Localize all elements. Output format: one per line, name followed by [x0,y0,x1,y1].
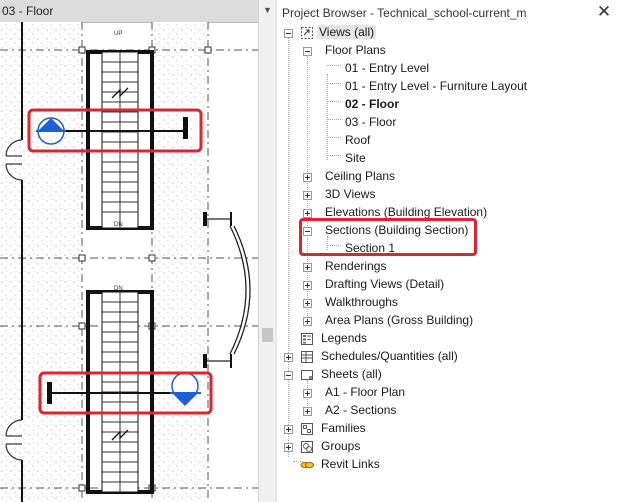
tree-item-label: Site [345,151,366,165]
tree-item-elevations[interactable]: Elevations (Building Elevation) [277,204,617,222]
tree-item-3d-views[interactable]: 3D Views [277,186,617,204]
collapse-toggle-icon[interactable] [284,371,293,380]
tree-item-label: Section 1 [345,241,396,255]
collapse-toggle-icon[interactable] [284,29,293,38]
tree-item-area-plans[interactable]: Area Plans (Gross Building) [277,312,617,330]
project-browser: Project Browser - Technical_school-curre… [277,0,617,502]
tree-item-label: Sections (Building Section) [325,223,469,237]
tree-item-label: Ceiling Plans [325,169,396,183]
expand-toggle-icon[interactable] [303,209,312,218]
expand-toggle-icon[interactable] [284,425,293,434]
tree-item-label: A1 - Floor Plan [325,385,406,399]
tree-item-01-entry-level-furniture[interactable]: 01 - Entry Level - Furniture Layout [277,78,617,96]
tree-item-label: Groups [321,439,361,453]
expand-toggle-icon[interactable] [303,263,312,272]
tree-item-ceiling-plans[interactable]: Ceiling Plans [277,168,617,186]
tree-item-label: Views (all) [317,25,377,39]
project-browser-title: Project Browser - Technical_school-curre… [282,6,527,20]
legend-icon [301,333,313,345]
tree-item-walkthroughs[interactable]: Walkthroughs [277,294,617,312]
tree-item-label: 01 - Entry Level - Furniture Layout [345,79,528,93]
tree-item-drafting-views[interactable]: Drafting Views (Detail) [277,276,617,294]
tree-item-label: Drafting Views (Detail) [325,277,445,291]
tree-item-label: Floor Plans [325,43,386,57]
expand-toggle-icon[interactable] [303,317,312,326]
collapse-toggle-icon[interactable] [303,47,312,56]
expand-toggle-icon[interactable] [303,281,312,290]
view-scrollbar[interactable]: ▼ [258,0,276,502]
tree-item-label: Elevations (Building Elevation) [325,205,488,219]
view-tab[interactable]: 03 - Floor [0,0,258,23]
stair-dn-label-lower: DN [114,286,123,292]
tree-item-label: Area Plans (Gross Building) [325,313,474,327]
tree-item-site[interactable]: Site [277,150,617,168]
floor-plan-view[interactable]: 03 - Floor UP DN DN [0,0,276,502]
tree-item-a1-floor-plan[interactable]: A1 - Floor Plan [277,384,617,402]
tree-item-label: Walkthroughs [325,295,398,309]
tree-item-sheets[interactable]: Sheets (all) [277,366,617,384]
project-browser-title-bar: Project Browser - Technical_school-curre… [277,0,617,26]
tree-item-views-all[interactable]: Views (all) [277,24,617,42]
link-icon [300,461,314,469]
tree-item-label: Revit Links [321,457,380,471]
sheet-icon [301,370,313,380]
expand-toggle-icon[interactable] [303,389,312,398]
family-icon [301,423,313,435]
tree-item-label: Renderings [325,259,387,273]
scroll-up-arrow-icon[interactable]: ▼ [259,0,276,20]
tree-item-schedules[interactable]: Schedules/Quantities (all) [277,348,617,366]
view-tab-label: 03 - Floor [2,4,54,18]
tree-item-01-entry-level[interactable]: 01 - Entry Level [277,60,617,78]
schedule-icon [301,351,313,363]
tree-item-label: Schedules/Quantities (all) [321,349,458,363]
tree-item-floor-plans[interactable]: Floor Plans [277,42,617,60]
tree-item-groups[interactable]: Groups [277,438,617,456]
tree-item-label: 02 - Floor [345,97,400,111]
floor-plan-drawing[interactable]: UP DN DN [0,22,258,502]
scrollbar-thumb[interactable] [262,328,273,342]
tree-item-label: A2 - Sections [325,403,397,417]
tree-item-roof[interactable]: Roof [277,132,617,150]
tree-item-label: 01 - Entry Level [345,61,430,75]
tree-item-legends[interactable]: Legends [277,330,617,348]
tree-item-sections[interactable]: Sections (Building Section) [277,222,617,240]
tree-item-a2-sections[interactable]: A2 - Sections [277,402,617,420]
floor-area-left [0,22,82,502]
close-icon[interactable]: ✕ [595,3,613,21]
expand-toggle-icon[interactable] [284,443,293,452]
expand-toggle-icon[interactable] [303,173,312,182]
stair-up-label: UP [114,31,122,37]
project-browser-tree: Views (all) Floor Plans 01 - Entry Level… [277,24,617,502]
tree-item-label: Sheets (all) [321,367,382,381]
curved-bay [207,218,251,362]
expand-toggle-icon[interactable] [303,407,312,416]
tree-item-label: Roof [345,133,371,147]
views-icon [301,27,313,39]
tree-item-renderings[interactable]: Renderings [277,258,617,276]
stair-dn-label: DN [114,222,123,228]
expand-toggle-icon[interactable] [303,299,312,308]
tree-item-families[interactable]: Families [277,420,617,438]
expand-toggle-icon[interactable] [303,191,312,200]
tree-item-label: Families [321,421,366,435]
tree-item-label: 03 - Floor [345,115,397,129]
tree-item-label: Legends [321,331,368,345]
stair-upper [86,50,154,230]
tree-item-02-floor[interactable]: 02 - Floor [277,96,617,114]
tree-item-section-1[interactable]: Section 1 [277,240,617,258]
tree-item-label: 3D Views [325,187,376,201]
tree-item-03-floor[interactable]: 03 - Floor [277,114,617,132]
floor-area-middle [152,22,208,502]
collapse-toggle-icon[interactable] [303,227,312,236]
tree-item-revit-links[interactable]: Revit Links [277,456,617,474]
group-icon [301,441,313,453]
expand-toggle-icon[interactable] [284,353,293,362]
